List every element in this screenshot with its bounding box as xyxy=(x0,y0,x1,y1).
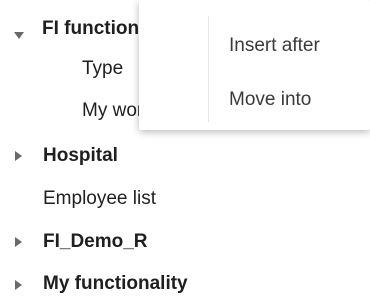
tree-node-type[interactable]: Type xyxy=(82,57,123,81)
tree-node-hospital[interactable]: Hospital xyxy=(43,144,118,168)
collapse-caret-icon[interactable] xyxy=(15,237,22,247)
menu-item-insert-after[interactable]: Insert after xyxy=(229,34,320,58)
context-menu: Insert after Move into xyxy=(139,0,370,130)
menu-divider xyxy=(208,16,209,122)
expand-caret-icon[interactable] xyxy=(14,32,24,39)
collapse-caret-icon[interactable] xyxy=(15,151,22,161)
tree-node-my-functionality[interactable]: My functionality xyxy=(43,272,188,296)
menu-item-move-into[interactable]: Move into xyxy=(229,88,311,112)
tree-node-employee-list[interactable]: Employee list xyxy=(43,187,156,211)
tree-node-fi-demo-r[interactable]: FI_Demo_R xyxy=(43,230,148,254)
collapse-caret-icon[interactable] xyxy=(15,280,22,290)
